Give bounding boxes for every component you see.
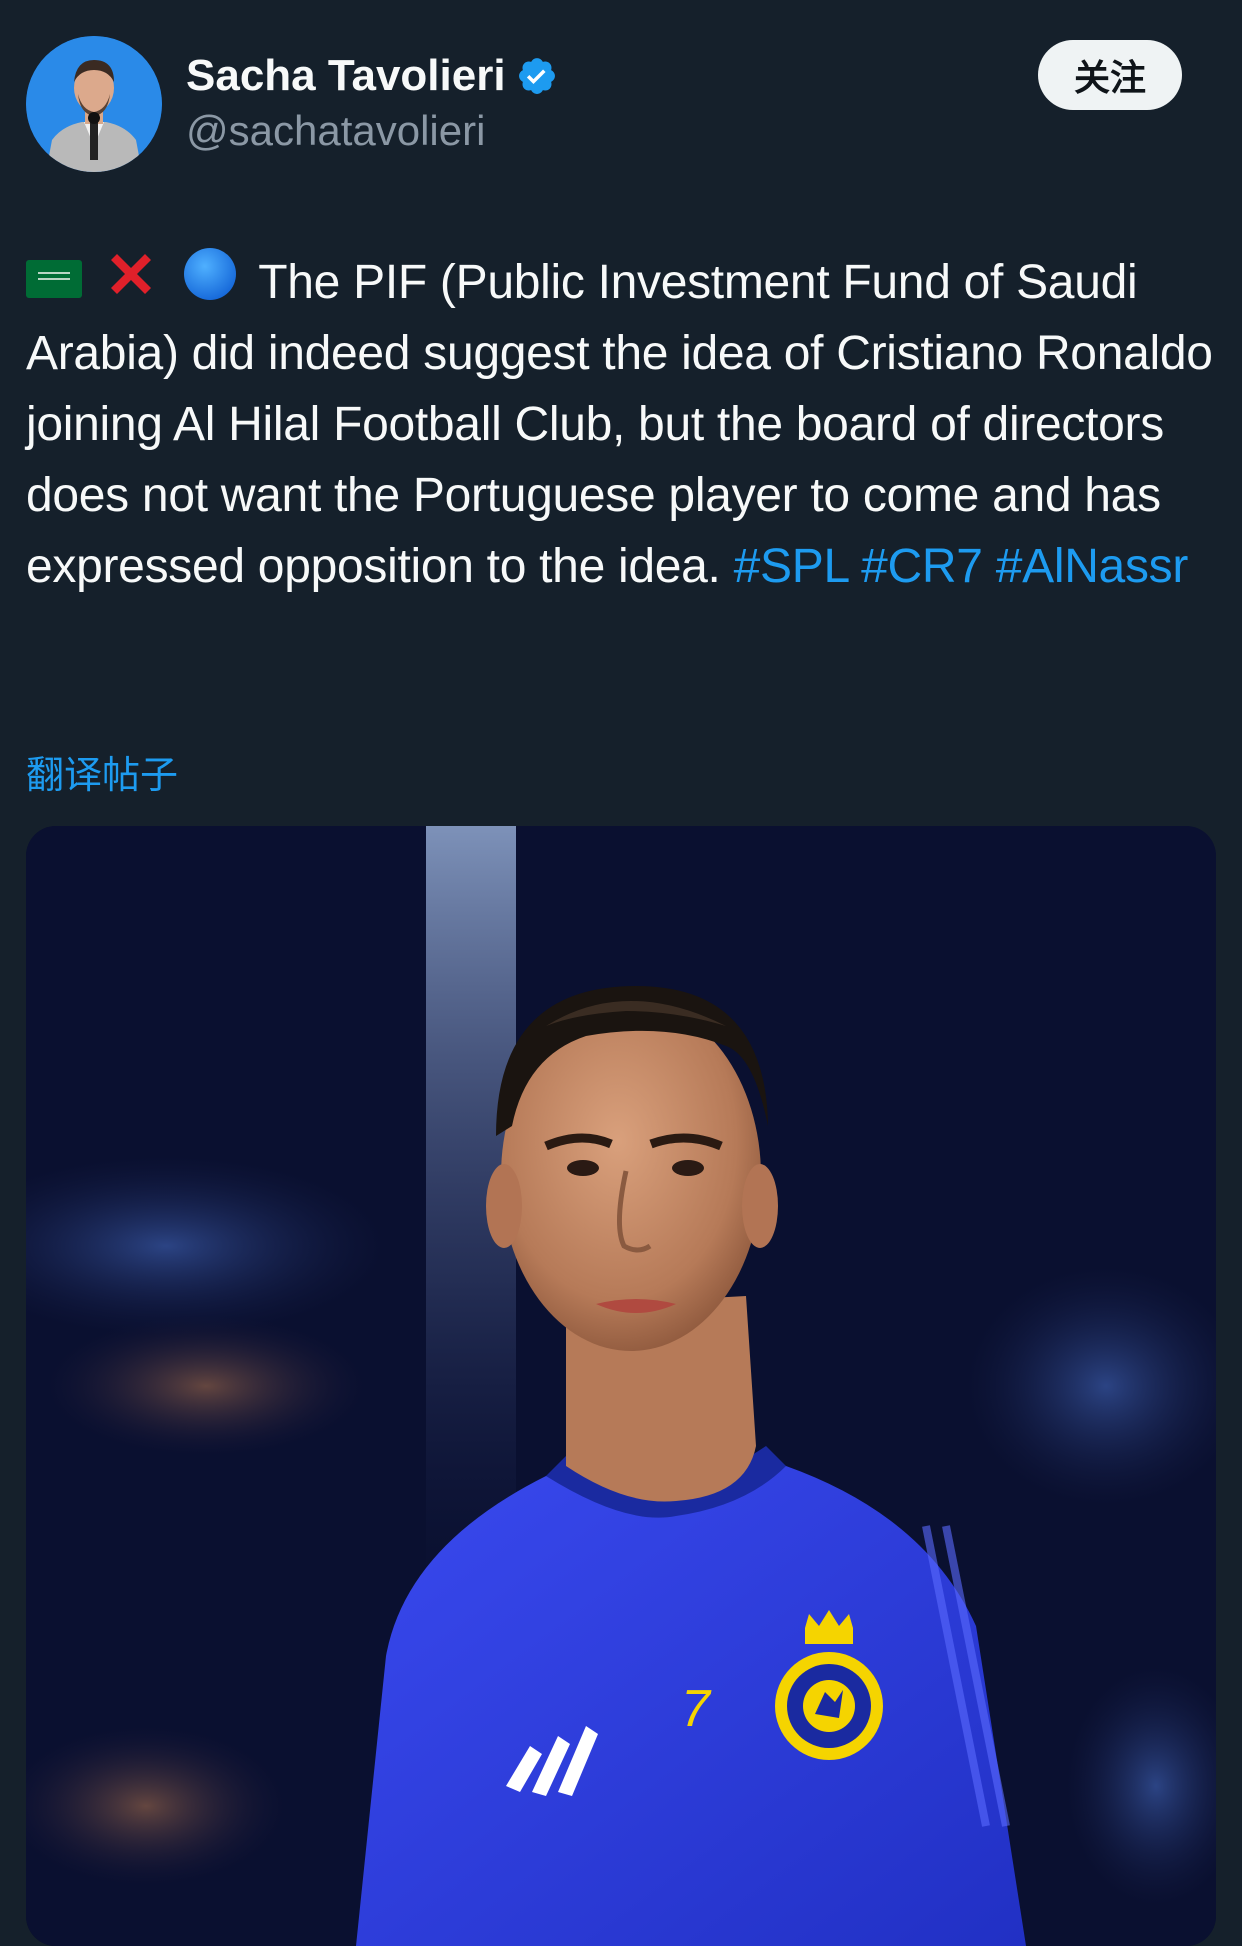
blue-circle-icon bbox=[184, 248, 237, 300]
author-name-text: Sacha Tavolieri bbox=[186, 51, 506, 100]
hashtag-spl[interactable]: #SPL bbox=[734, 540, 849, 593]
tweet-text: The PIF (Public Investment Fund of Saudi… bbox=[26, 244, 1216, 602]
author-display-name[interactable]: Sacha Tavolieri bbox=[186, 50, 558, 102]
tweet-media-photo[interactable]: 7 bbox=[26, 826, 1216, 1946]
tweet-header: Sacha Tavolieri @sachatavolieri 关注 bbox=[26, 36, 1194, 176]
hashtag-alnassr[interactable]: #AlNassr bbox=[996, 540, 1189, 593]
translate-post-link[interactable]: 翻译帖子 bbox=[26, 744, 178, 799]
follow-button[interactable]: 关注 bbox=[1038, 40, 1182, 110]
verified-badge-icon bbox=[516, 55, 558, 97]
saudi-flag-icon bbox=[26, 260, 82, 298]
hashtag-cr7[interactable]: #CR7 bbox=[861, 540, 983, 593]
author-block[interactable]: Sacha Tavolieri @sachatavolieri bbox=[186, 50, 558, 158]
author-handle[interactable]: @sachatavolieri bbox=[186, 104, 558, 158]
cross-mark-icon bbox=[111, 254, 152, 294]
avatar[interactable] bbox=[26, 36, 162, 172]
jersey-number-7: 7 bbox=[681, 1680, 712, 1738]
